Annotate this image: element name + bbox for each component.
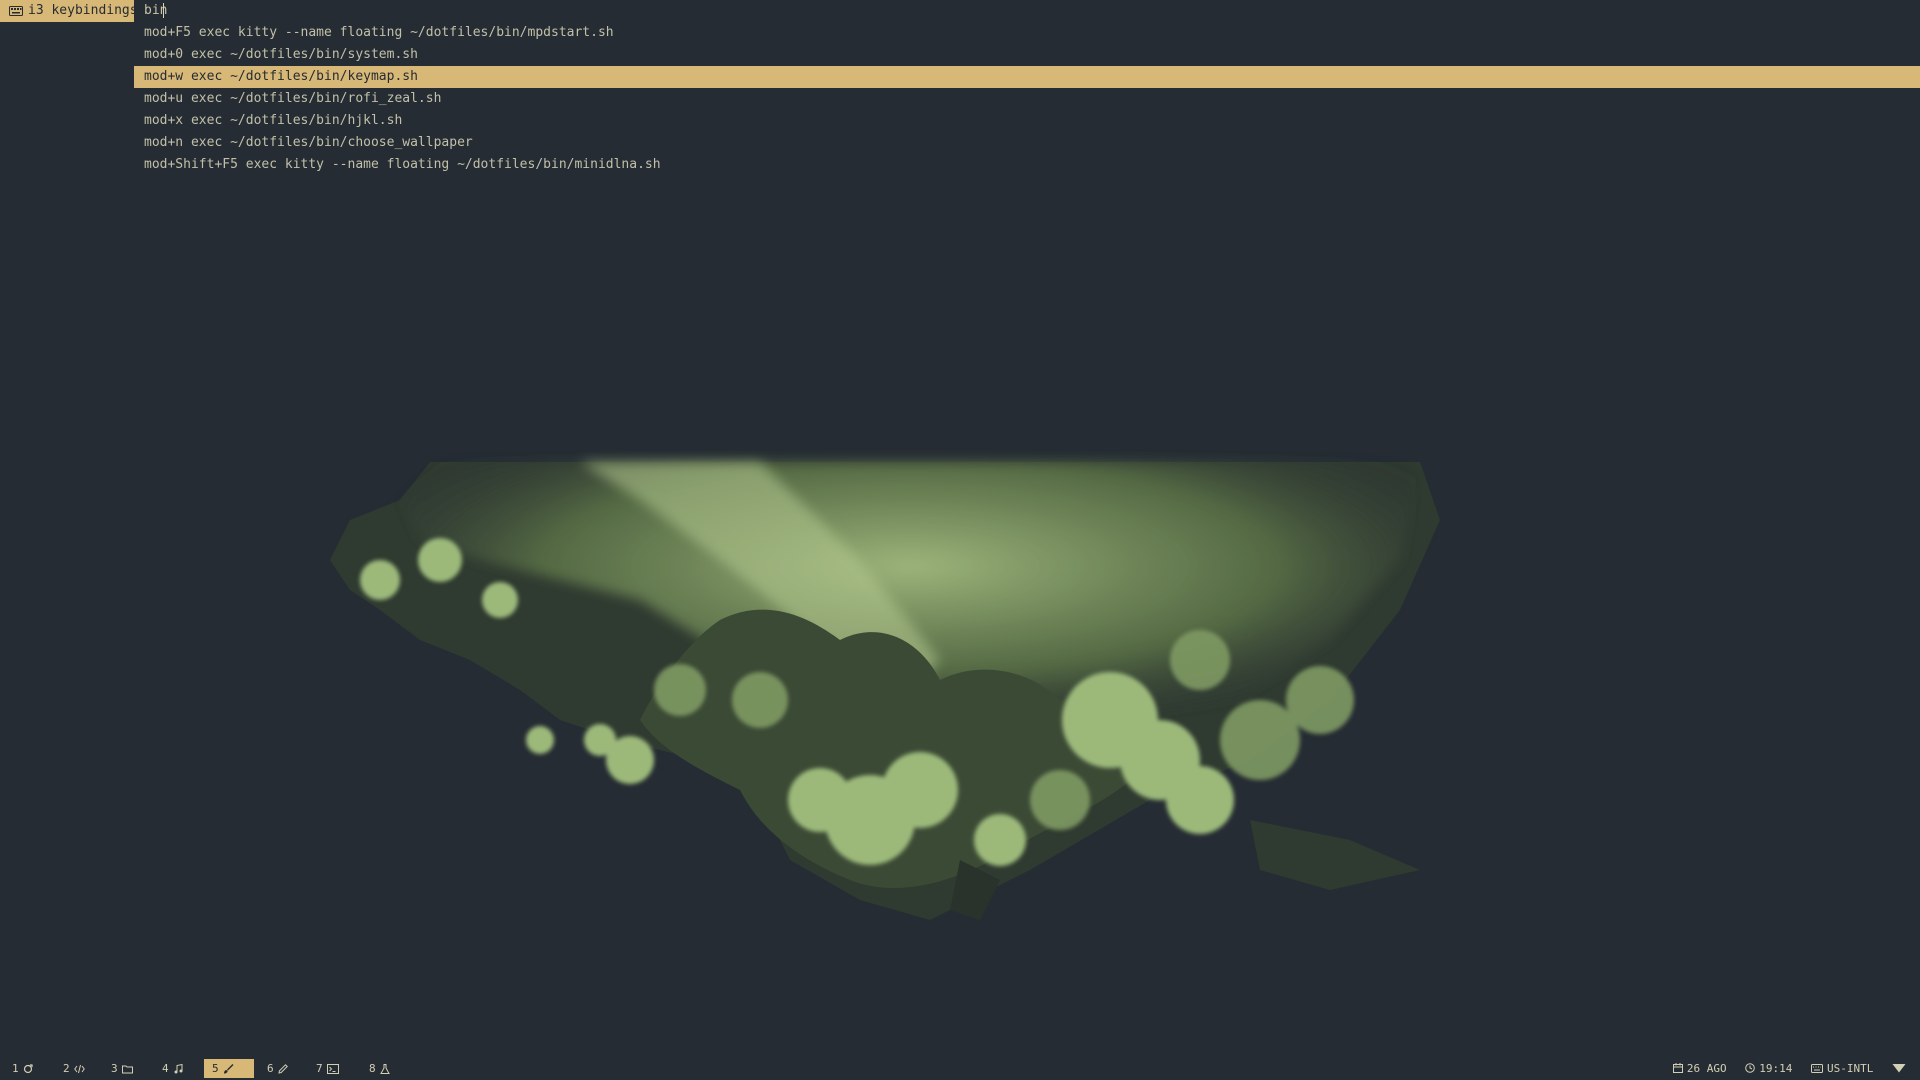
refresh-icon: [23, 1064, 33, 1074]
keyboard-layout-text: US-INTL: [1827, 1062, 1874, 1075]
desktop: i3 keybindings bin mod+F5 exec kitty --n…: [0, 0, 1920, 1080]
calendar-icon: [1672, 1063, 1683, 1073]
prompt-row: i3 keybindings bin: [0, 0, 1920, 22]
workspace-5[interactable]: 5: [204, 1059, 254, 1078]
brush-icon: [223, 1064, 234, 1074]
mode-label: i3 keybindings: [0, 0, 138, 22]
wifi-widget[interactable]: [1892, 1058, 1910, 1080]
workspace-1[interactable]: 1: [4, 1059, 41, 1078]
status-area: 26 AGO 19:14 US-INTL: [1661, 1058, 1910, 1080]
result-item[interactable]: mod+F5 exec kitty --name floating ~/dotf…: [134, 22, 1920, 44]
result-item[interactable]: mod+n exec ~/dotfiles/bin/choose_wallpap…: [134, 132, 1920, 154]
workspace-3[interactable]: 3: [103, 1059, 141, 1078]
music-icon: [174, 1063, 183, 1074]
result-item[interactable]: mod+0 exec ~/dotfiles/bin/system.sh: [134, 44, 1920, 66]
result-item[interactable]: mod+u exec ~/dotfiles/bin/rofi_zeal.sh: [134, 88, 1920, 110]
workspace-number: 2: [63, 1062, 70, 1075]
keyboard-layout-widget[interactable]: US-INTL: [1811, 1058, 1873, 1080]
result-item-selected[interactable]: mod+w exec ~/dotfiles/bin/keymap.sh: [134, 66, 1920, 88]
results-list: mod+F5 exec kitty --name floating ~/dotf…: [134, 22, 1920, 176]
workspace-number: 7: [316, 1062, 323, 1075]
text-caret: [163, 3, 164, 18]
workspace-number: 1: [12, 1062, 19, 1075]
keyboard-icon: [9, 6, 23, 16]
rofi-launcher: i3 keybindings bin mod+F5 exec kitty --n…: [0, 0, 1920, 176]
workspace-number: 4: [162, 1062, 169, 1075]
workspace-7[interactable]: 7: [308, 1059, 347, 1078]
keyboard-icon: [1811, 1064, 1824, 1073]
mode-label-text: i3 keybindings: [28, 3, 138, 18]
workspace-number: 6: [267, 1062, 274, 1075]
workspace-6[interactable]: 6: [259, 1059, 296, 1078]
folder-icon: [121, 1065, 133, 1074]
workspace-8[interactable]: 8: [361, 1059, 398, 1078]
date-widget[interactable]: 26 AGO: [1672, 1058, 1727, 1080]
pencil-icon: [277, 1064, 288, 1074]
flask-icon: [379, 1064, 390, 1074]
result-item[interactable]: mod+Shift+F5 exec kitty --name floating …: [134, 154, 1920, 176]
terminal-icon: [326, 1064, 339, 1074]
workspace-2[interactable]: 2: [55, 1059, 93, 1078]
clock-widget[interactable]: 19:14: [1745, 1058, 1792, 1080]
wifi-icon: [1892, 1064, 1906, 1073]
date-text: 26 AGO: [1686, 1062, 1727, 1075]
status-bar: 1 2 3 4 5 6 7 8 26 AGO 19:14 US-INTL: [0, 1058, 1920, 1080]
workspace-number: 3: [111, 1062, 118, 1075]
workspace-number: 8: [369, 1062, 376, 1075]
workspace-number: 5: [212, 1062, 219, 1075]
code-icon: [73, 1064, 85, 1074]
result-item[interactable]: mod+x exec ~/dotfiles/bin/hjkl.sh: [134, 110, 1920, 132]
time-text: 19:14: [1759, 1062, 1793, 1075]
clock-icon: [1745, 1063, 1756, 1073]
workspace-4[interactable]: 4: [154, 1059, 191, 1078]
